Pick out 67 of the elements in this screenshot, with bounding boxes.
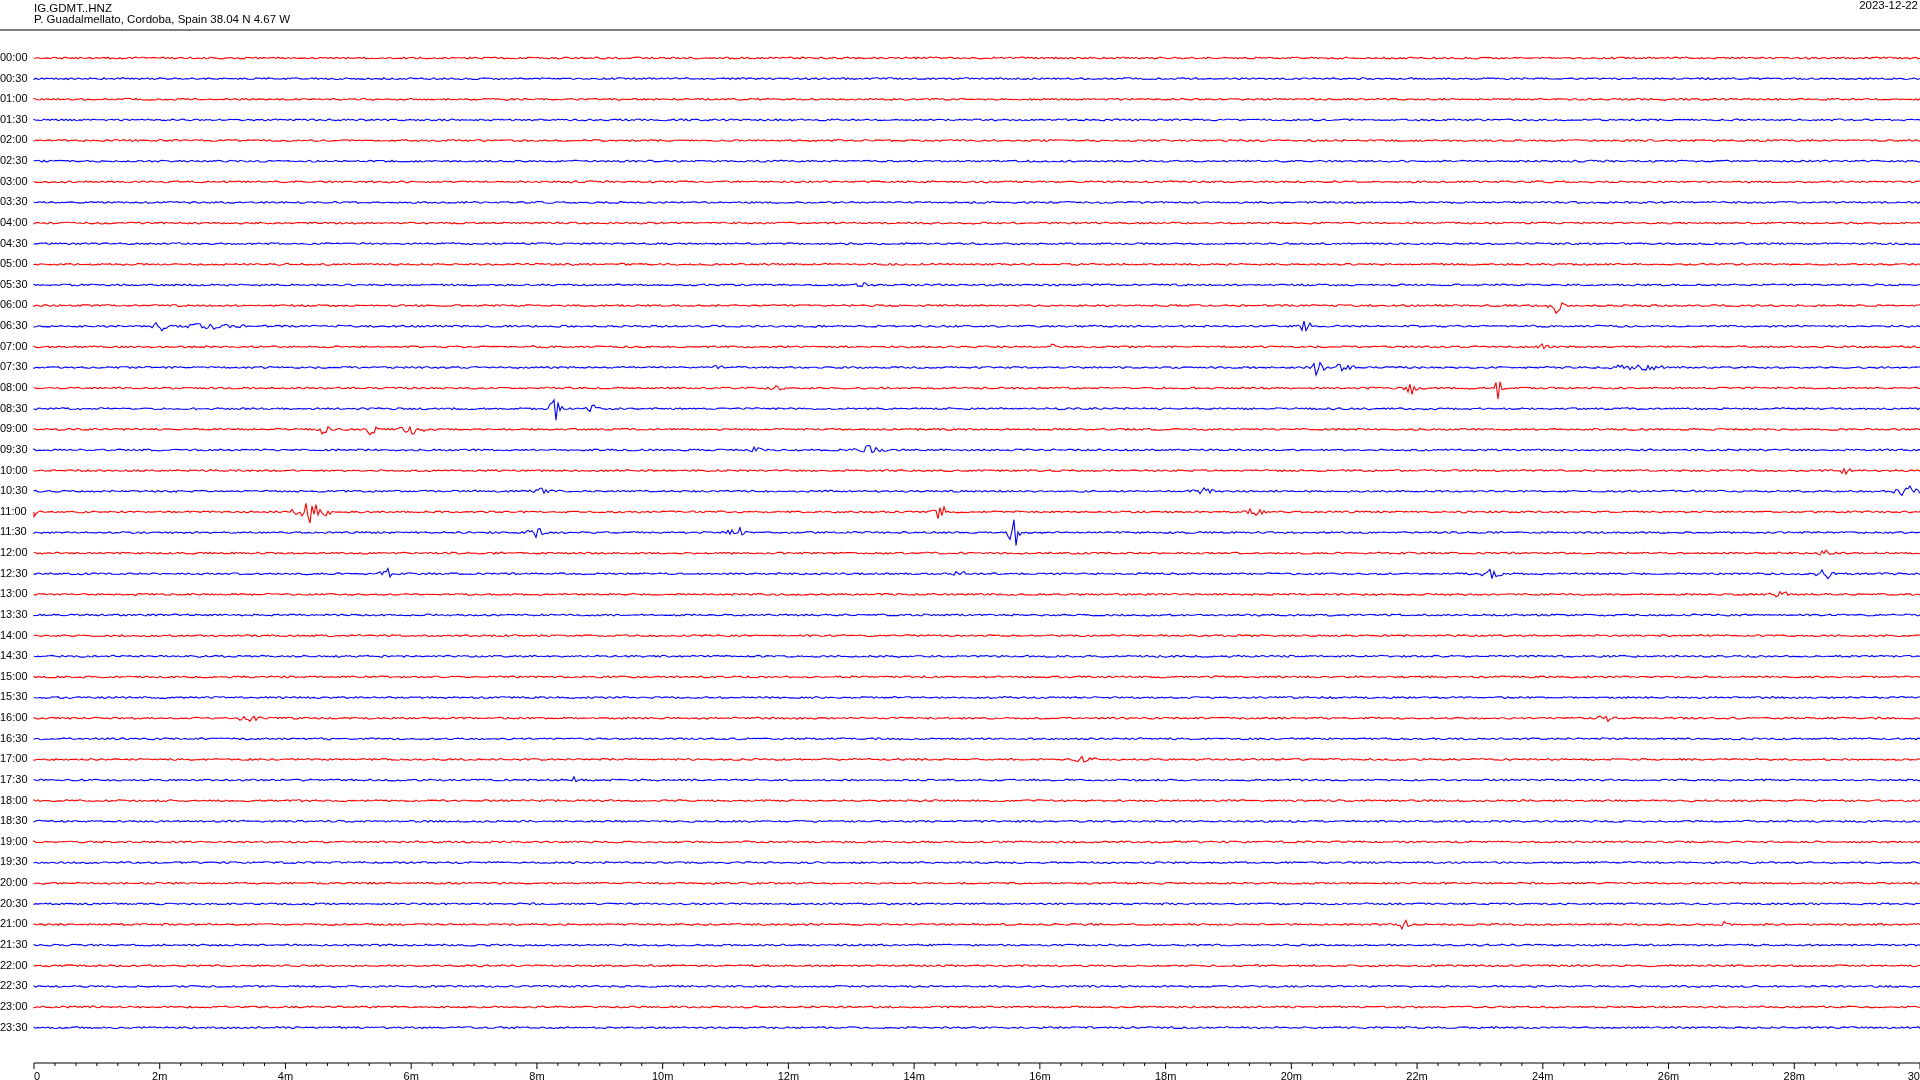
time-label: 06:30 <box>0 319 28 332</box>
time-label: 17:30 <box>0 772 28 785</box>
time-label: 22:00 <box>0 958 28 971</box>
station-code: IG.GDMT..HNZ <box>34 2 112 15</box>
axis-tick-label: 30 <box>1907 1069 1920 1080</box>
axis-tick-label: 4m <box>277 1069 294 1080</box>
time-label: 20:00 <box>0 876 28 889</box>
time-label: 12:30 <box>0 566 28 579</box>
time-label: 00:30 <box>0 71 28 84</box>
time-label: 13:30 <box>0 607 28 620</box>
time-label: 22:30 <box>0 979 28 992</box>
time-label: 19:00 <box>0 834 28 847</box>
time-label: 08:30 <box>0 401 28 414</box>
time-label: 13:00 <box>0 587 28 600</box>
time-label: 09:00 <box>0 422 28 435</box>
axis-tick-label: 8m <box>529 1069 545 1080</box>
time-label: 18:00 <box>0 793 28 806</box>
axis-tick-label: 16m <box>1029 1069 1051 1080</box>
time-label: 16:30 <box>0 731 28 744</box>
axis-tick-label: 20m <box>1280 1069 1303 1080</box>
axis-tick-label: 12m <box>777 1069 800 1080</box>
time-label: 03:30 <box>0 195 28 208</box>
time-label: 09:30 <box>0 442 28 455</box>
axis-tick-label: 6m <box>403 1069 419 1080</box>
time-label: 15:00 <box>0 669 28 682</box>
axis-tick-label: 22m <box>1406 1069 1428 1080</box>
time-label: 06:00 <box>0 298 28 311</box>
time-label: 03:00 <box>0 174 28 187</box>
axis-tick-label: 2m <box>152 1069 168 1080</box>
axis-tick-label: 18m <box>1154 1069 1177 1080</box>
time-label: 10:30 <box>0 484 28 497</box>
time-label: 21:00 <box>0 917 28 930</box>
axis-tick-label: 28m <box>1783 1069 1805 1080</box>
time-label: 16:00 <box>0 711 28 724</box>
time-label: 10:00 <box>0 463 28 476</box>
axis-tick-label: 24m <box>1532 1069 1554 1080</box>
time-label: 18:30 <box>0 814 28 827</box>
time-label: 20:30 <box>0 896 28 909</box>
time-label: 05:30 <box>0 277 28 290</box>
time-label: 15:30 <box>0 690 28 703</box>
axis-tick-label: 26m <box>1657 1069 1680 1080</box>
time-label: 00:00 <box>0 50 28 63</box>
plot-date: 2023-12-22 <box>1859 0 1918 12</box>
time-label: 08:00 <box>0 381 28 393</box>
time-label: 21:30 <box>0 938 28 950</box>
time-label: 05:00 <box>0 257 28 270</box>
time-label: 02:00 <box>0 133 28 146</box>
station-location: P. Guadalmellato, Cordoba, Spain 38.04 N 4.67 W <box>34 13 291 26</box>
time-label: 04:00 <box>0 215 28 228</box>
axis-tick-label: 14m <box>903 1069 925 1080</box>
time-label: 02:30 <box>0 154 28 167</box>
time-label: 14:30 <box>0 649 28 662</box>
time-label: 01:30 <box>0 112 28 125</box>
time-label: 12:00 <box>0 546 28 559</box>
time-label: 19:30 <box>0 855 28 868</box>
time-label: 11:00 <box>0 504 27 517</box>
time-label: 04:30 <box>0 236 28 249</box>
time-label: 07:00 <box>0 339 28 352</box>
axis-tick-label: 0 <box>34 1069 41 1080</box>
time-label: 07:30 <box>0 360 28 373</box>
time-label: 23:00 <box>0 999 28 1012</box>
time-label: 17:00 <box>0 752 28 765</box>
time-label: 23:30 <box>0 1020 28 1033</box>
time-label: 11:30 <box>0 525 27 538</box>
time-label: 01:00 <box>0 92 28 105</box>
time-label: 14:00 <box>0 628 28 641</box>
axis-tick-label: 10m <box>651 1069 674 1080</box>
